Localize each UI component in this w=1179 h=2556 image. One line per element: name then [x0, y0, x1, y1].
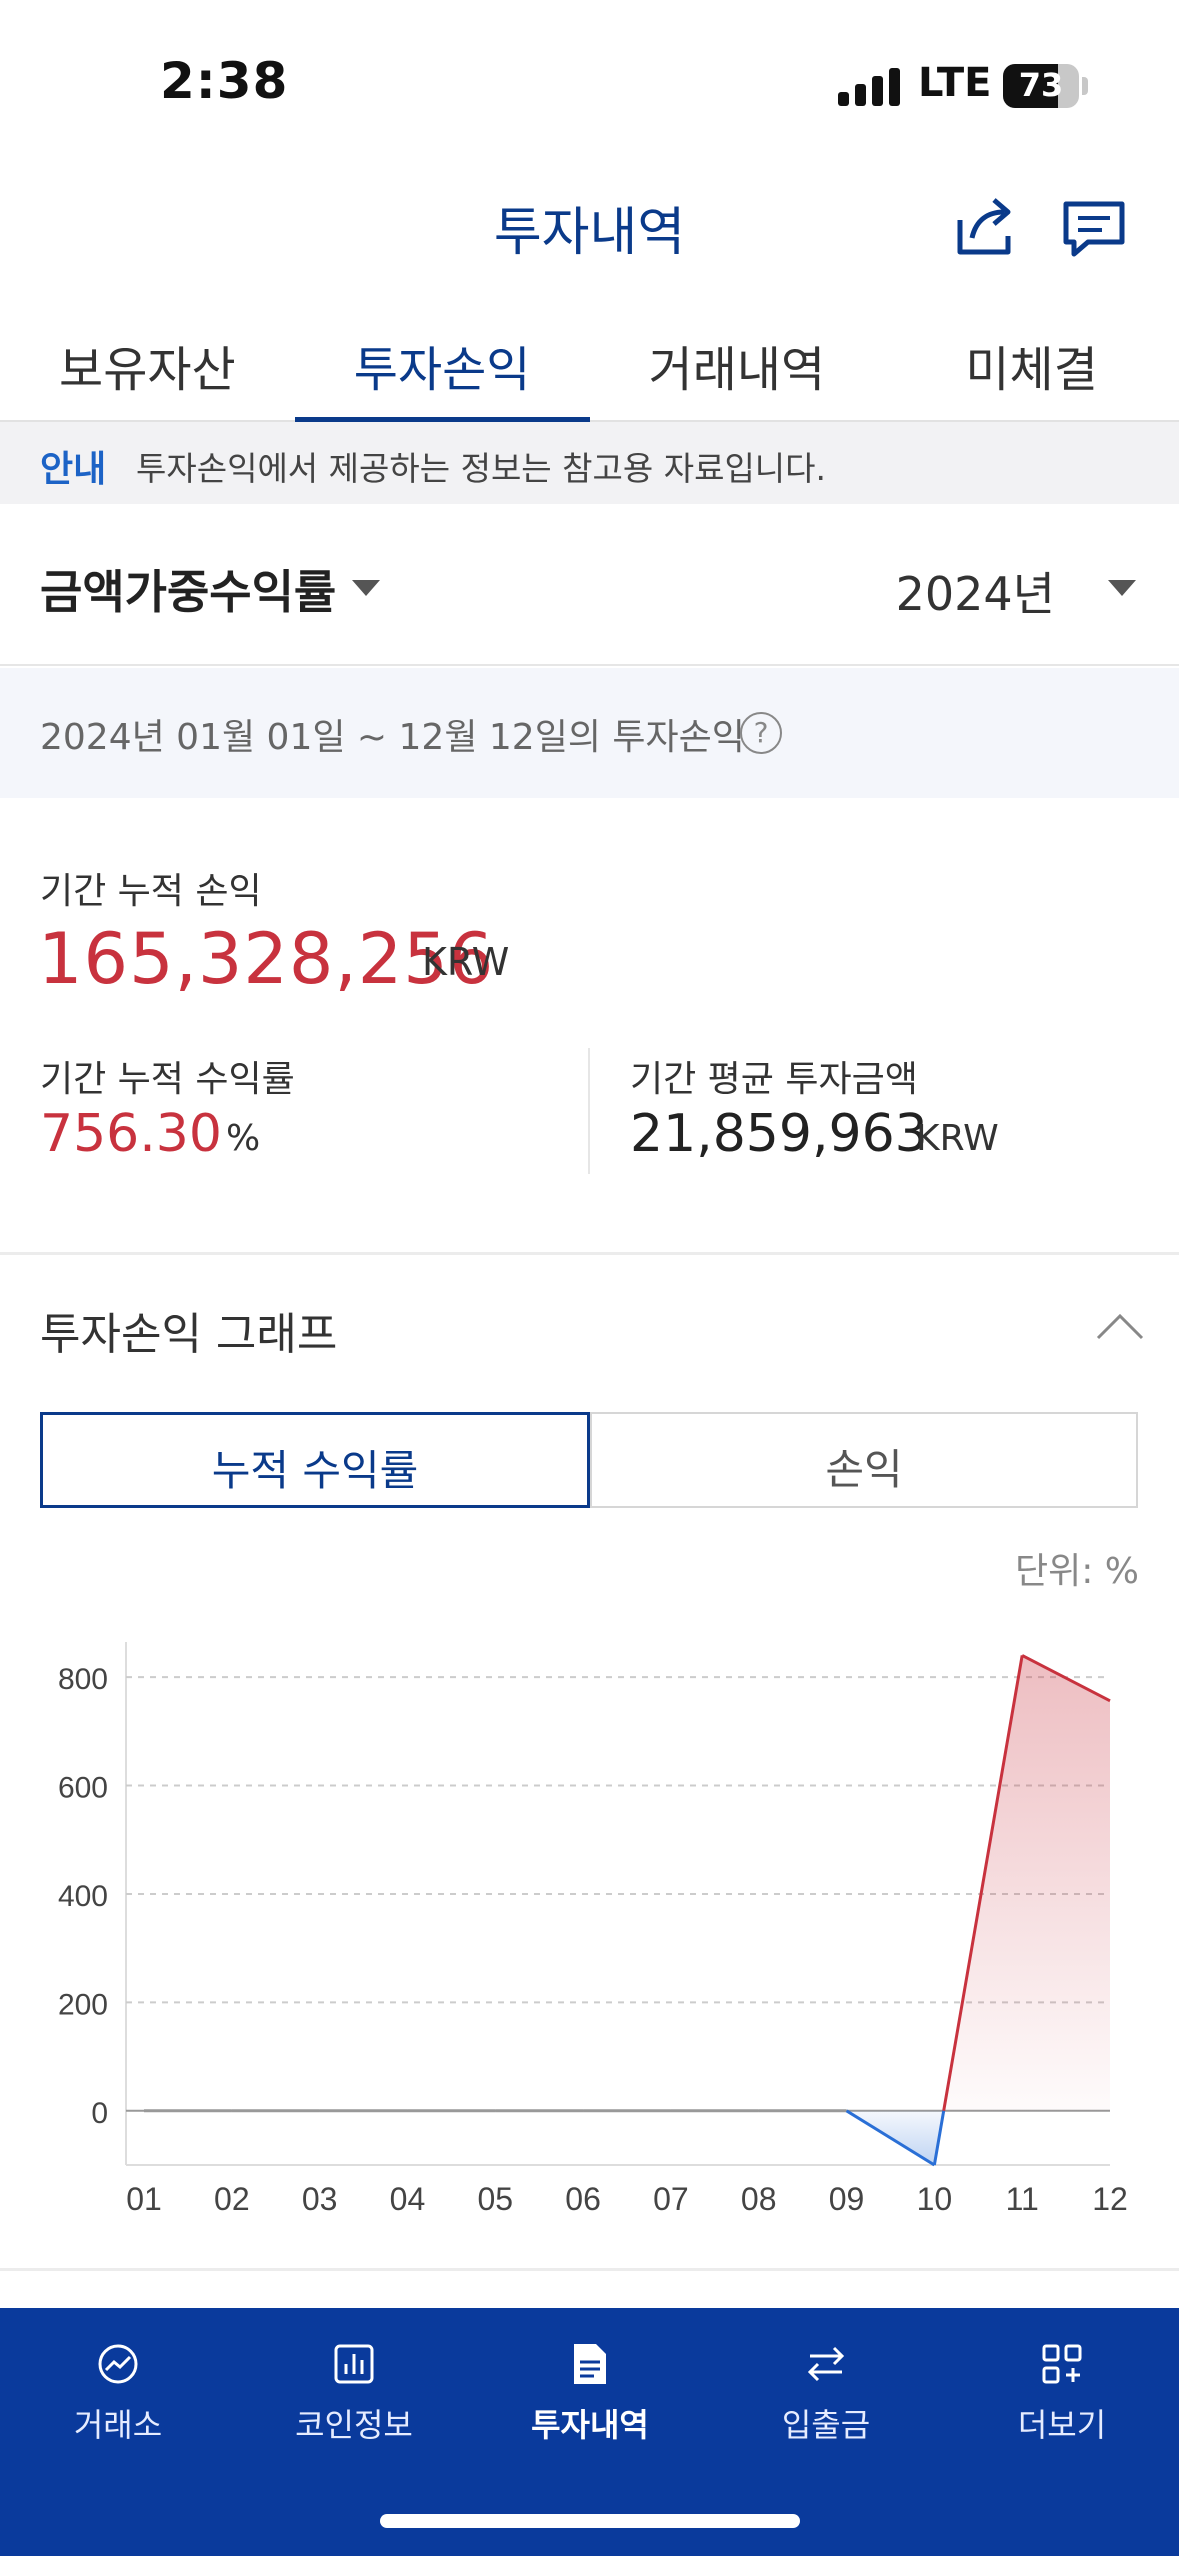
- graph-title: 투자손익 그래프: [40, 1309, 338, 1360]
- notice-text: 투자손익에서 제공하는 정보는 참고용 자료입니다.: [136, 449, 827, 488]
- notice-tag: 안내: [40, 449, 107, 490]
- nav-more[interactable]: 더보기: [944, 2308, 1179, 2468]
- nav-investment-history[interactable]: 투자내역: [472, 2308, 708, 2468]
- notice-banner: 안내 투자손익에서 제공하는 정보는 참고용 자료입니다.: [0, 422, 1179, 504]
- x-tick-label: 07: [653, 2181, 689, 2217]
- cumulative-pl-label: 기간 누적 손익: [40, 871, 262, 912]
- help-icon[interactable]: ?: [740, 712, 782, 754]
- avg-invest-value: 21,859,963: [630, 1104, 928, 1164]
- year-dropdown[interactable]: 2024년: [896, 558, 1055, 624]
- bar-chart-icon: [334, 2344, 374, 2384]
- x-tick-label: 02: [214, 2181, 250, 2217]
- y-tick-label: 200: [58, 1988, 108, 2021]
- avg-invest-unit: KRW: [916, 1118, 999, 1159]
- section-divider: [0, 1252, 1179, 1255]
- grid-plus-icon: [1042, 2344, 1082, 2384]
- y-tick-label: 0: [91, 2097, 108, 2130]
- x-tick-label: 04: [390, 2181, 426, 2217]
- x-tick-label: 12: [1092, 2181, 1128, 2217]
- x-tick-label: 06: [565, 2181, 601, 2217]
- chat-icon[interactable]: [1058, 190, 1130, 262]
- battery-level: 73: [1018, 66, 1064, 104]
- toggle-cumulative-rate[interactable]: 누적 수익률: [40, 1412, 590, 1508]
- nav-deposit-withdraw[interactable]: 입출금: [708, 2308, 944, 2468]
- chart-trend-icon: [98, 2344, 138, 2384]
- nav-label: 투자내역: [531, 2406, 649, 2444]
- chevron-up-icon[interactable]: [1094, 1308, 1146, 1344]
- y-tick-label: 400: [58, 1880, 108, 1913]
- divider: [588, 1048, 590, 1174]
- x-tick-label: 09: [829, 2181, 865, 2217]
- status-bar: 2:38 LTE 73: [0, 0, 1179, 170]
- battery-icon: 73: [1003, 64, 1079, 108]
- chevron-down-icon[interactable]: [352, 580, 380, 596]
- selector-row: 금액가중수익률 2024년: [0, 504, 1179, 666]
- tab-investment-pl[interactable]: 투자손익: [294, 300, 590, 422]
- chevron-down-icon[interactable]: [1108, 580, 1136, 596]
- x-tick-label: 03: [302, 2181, 338, 2217]
- tab-transactions[interactable]: 거래내역: [590, 300, 885, 420]
- nav-label: 입출금: [781, 2406, 871, 2444]
- toggle-pl[interactable]: 손익: [590, 1412, 1138, 1508]
- tab-pending[interactable]: 미체결: [884, 300, 1179, 420]
- home-indicator: [380, 2514, 800, 2528]
- period-banner: 2024년 01월 01일 ~ 12월 12일의 투자손익: [0, 668, 1179, 798]
- return-chart: 0 200 400 600 800 01 02 03 04 05 06 07 08 09 10 11 12: [58, 1642, 1128, 2217]
- x-tick-label: 01: [126, 2181, 162, 2217]
- graph-toggle: 누적 수익률 손익: [40, 1412, 1138, 1508]
- status-time: 2:38: [160, 52, 289, 110]
- metric-dropdown[interactable]: 금액가중수익률: [40, 556, 336, 622]
- section-divider: [0, 2268, 1179, 2271]
- nav-label: 거래소: [73, 2406, 163, 2444]
- x-tick-label: 11: [1006, 2181, 1039, 2217]
- positive-area: [943, 1655, 1110, 2111]
- nav-label: 더보기: [1017, 2406, 1107, 2444]
- battery-cap: [1082, 77, 1088, 95]
- cumulative-rate-label: 기간 누적 수익률: [40, 1059, 295, 1100]
- nav-coin-info[interactable]: 코인정보: [236, 2308, 472, 2468]
- cumulative-rate-value: 756.30: [40, 1104, 222, 1164]
- x-tick-label: 08: [741, 2181, 777, 2217]
- signal-icon: [838, 66, 902, 106]
- cumulative-rate-unit: %: [226, 1118, 261, 1159]
- y-tick-label: 800: [58, 1663, 108, 1696]
- y-tick-label: 600: [58, 1772, 108, 1805]
- x-tick-label: 10: [917, 2181, 953, 2217]
- transfer-arrows-icon: [807, 2346, 845, 2382]
- tab-holdings[interactable]: 보유자산: [0, 300, 295, 420]
- nav-exchange[interactable]: 거래소: [0, 2308, 236, 2468]
- network-label: LTE: [918, 60, 992, 106]
- tab-bar: 보유자산 투자손익 거래내역 미체결: [0, 300, 1179, 422]
- nav-label: 코인정보: [295, 2406, 413, 2444]
- share-icon[interactable]: [950, 190, 1022, 262]
- document-icon: [574, 2344, 606, 2384]
- period-text: 2024년 01월 01일 ~ 12월 12일의 투자손익: [40, 717, 745, 758]
- avg-invest-label: 기간 평균 투자금액: [630, 1059, 918, 1100]
- unit-label: 단위: %: [1014, 1551, 1139, 1592]
- x-tick-label: 05: [477, 2181, 513, 2217]
- cumulative-pl-unit: KRW: [422, 940, 510, 984]
